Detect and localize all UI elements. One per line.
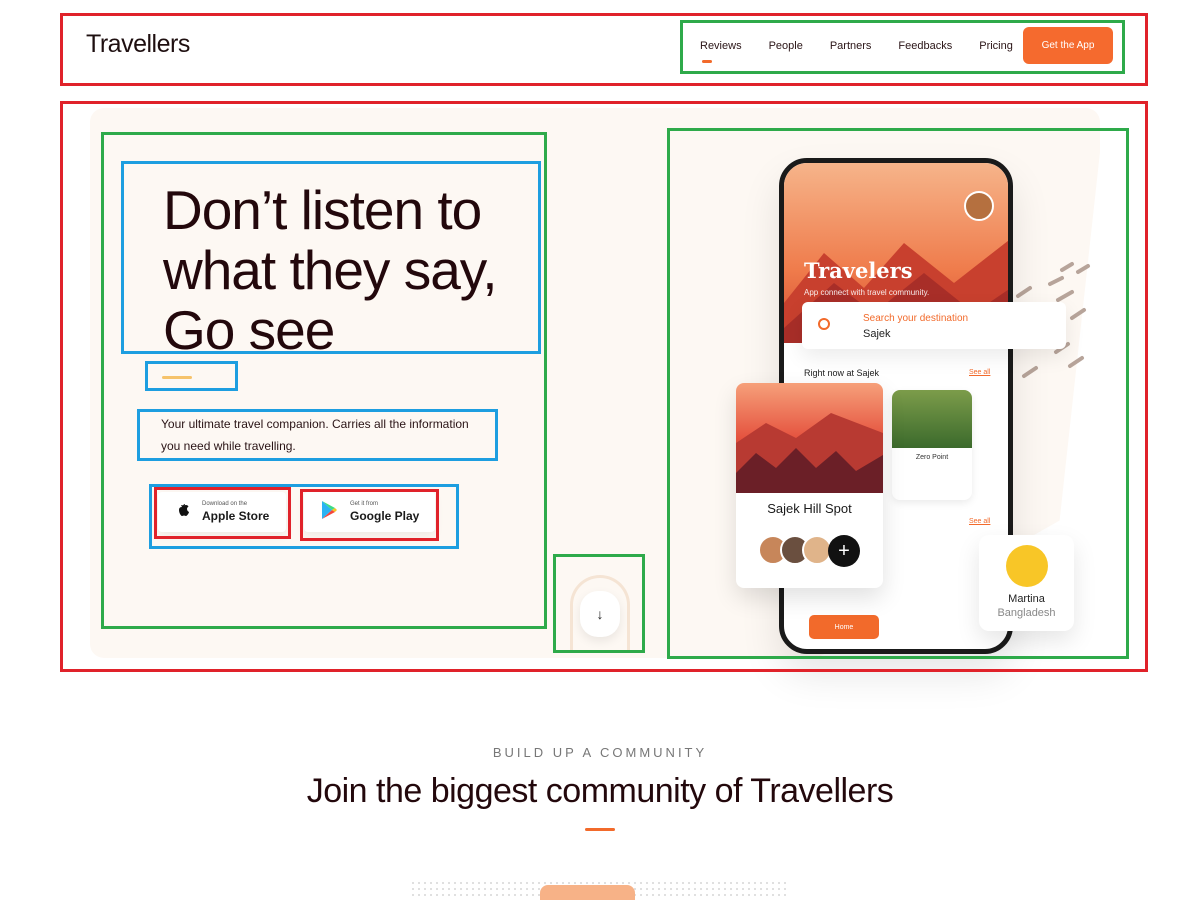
nav-feedbacks[interactable]: Feedbacks [898, 40, 952, 52]
destination-name: Sajek Hill Spot [767, 501, 852, 516]
right-now-label: Right now at Sajek [804, 368, 880, 378]
subtext-line: Your ultimate travel companion. Carries … [161, 417, 469, 431]
user-card[interactable]: Martina Bangladesh [979, 535, 1074, 631]
scroll-down-button[interactable]: ↓ [580, 591, 620, 637]
section-title: Join the biggest community of Travellers [306, 772, 894, 810]
headline-line: Don’t listen to [163, 179, 482, 241]
add-icon[interactable]: + [828, 535, 860, 567]
search-placeholder: Search your destination [863, 313, 969, 324]
brand-logo[interactable]: Travellers [86, 30, 190, 59]
nav-pricing[interactable]: Pricing [979, 40, 1013, 52]
see-all-link[interactable]: See all [969, 518, 990, 525]
home-tab[interactable]: Home [809, 615, 879, 639]
google-play-icon [320, 500, 338, 525]
see-all-link[interactable]: See all [969, 369, 990, 376]
search-card[interactable]: Search your destination Sajek [802, 302, 1066, 349]
map-card-peek [540, 885, 635, 900]
user-avatar[interactable] [964, 191, 994, 221]
nav-reviews[interactable]: Reviews [700, 40, 742, 63]
arrow-down-icon: ↓ [596, 606, 604, 622]
destination-card[interactable]: Sajek Hill Spot + [736, 383, 883, 588]
destination-image [736, 383, 883, 493]
apple-icon [174, 501, 190, 524]
google-play-button[interactable]: Get it from Google Play [304, 492, 435, 532]
headline-line: Go see [163, 299, 335, 361]
spot-card-zero-point[interactable]: Zero Point [892, 390, 972, 500]
phone-app-subtitle: App connect with travel community. [804, 288, 930, 297]
user-name: Martina [1008, 593, 1045, 605]
spot-image [892, 390, 972, 448]
apple-small-label: Download on the [202, 501, 248, 507]
nav-partners[interactable]: Partners [830, 40, 872, 52]
search-icon [818, 318, 830, 330]
google-small-label: Get it from [350, 501, 379, 507]
phone-app-title: Travelers [804, 258, 913, 283]
avatar [1005, 545, 1048, 587]
get-app-button[interactable]: Get the App [1023, 27, 1113, 64]
hero-accent-line [162, 376, 192, 379]
spot-name: Zero Point [915, 454, 949, 461]
hero-headline: Don’t listen to what they say, Go see [163, 180, 563, 360]
apple-big-label: Apple Store [202, 509, 270, 523]
main-nav: Reviews People Partners Feedbacks Pricin… [700, 26, 1040, 66]
site-header: Travellers Reviews People Partners Feedb… [0, 0, 1200, 90]
nav-people[interactable]: People [769, 40, 803, 52]
apple-store-button[interactable]: Download on the Apple Store [158, 492, 286, 532]
user-location: Bangladesh [997, 607, 1056, 619]
subtext-line: you need while travelling. [161, 439, 296, 453]
hero-subtext: Your ultimate travel companion. Carries … [161, 413, 491, 457]
traveller-avatars: + [758, 535, 860, 567]
headline-line: what they say, [163, 239, 497, 301]
section-kicker: BUILD UP A COMMUNITY [492, 745, 708, 760]
section-accent-line [585, 828, 615, 831]
search-input[interactable]: Sajek [863, 328, 891, 340]
google-big-label: Google Play [350, 509, 420, 523]
